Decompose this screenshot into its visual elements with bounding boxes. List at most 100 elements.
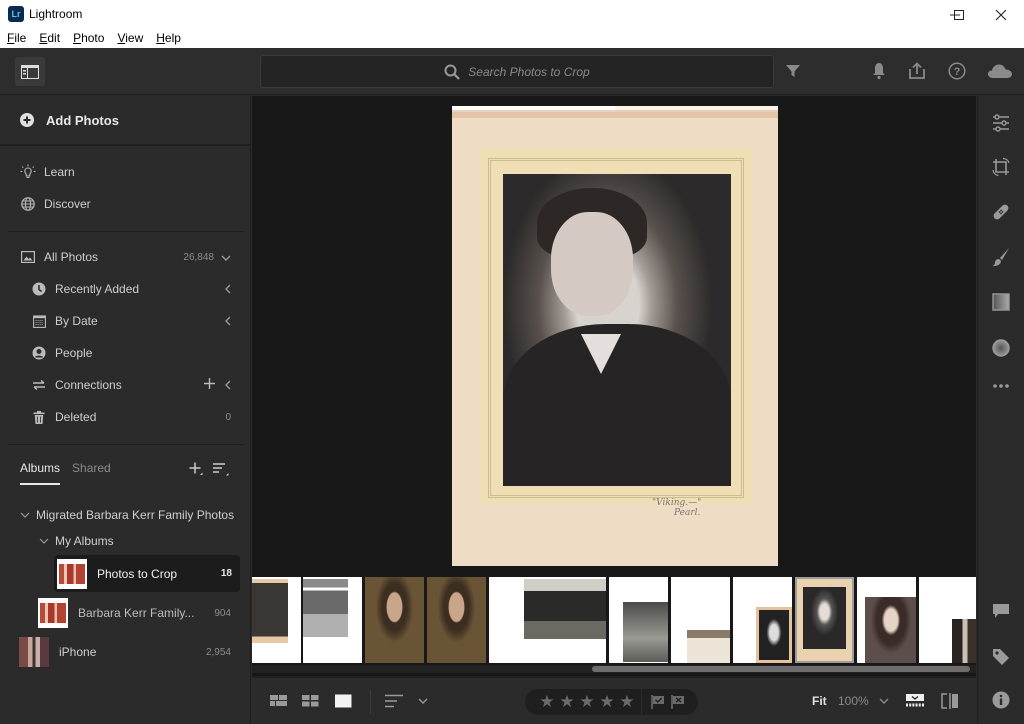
star-rating-1[interactable]: ★ [537,692,557,712]
album-count: 18 [220,568,232,579]
sidebar-item-connections[interactable]: Connections [0,370,251,400]
maximize-button[interactable] [936,0,982,30]
add-connection-icon[interactable] [204,378,215,392]
filmstrip-thumbnail[interactable] [365,577,424,663]
top-toolbar: Search Photos to Crop ? [0,48,1024,95]
star-rating-3[interactable]: ★ [577,692,597,712]
filmstrip-thumbnail[interactable] [489,577,606,663]
close-button[interactable] [978,0,1024,30]
panel-toggle-icon [21,64,39,79]
filmstrip-thumbnail[interactable] [857,577,916,663]
filmstrip-scrollbar[interactable] [252,665,976,673]
chevron-down-icon [418,698,428,704]
filmstrip-toggle-button[interactable] [906,692,924,710]
zoom-dropdown-button[interactable] [879,692,889,710]
photo-library-icon [20,249,36,265]
chevron-left-icon[interactable] [224,282,231,297]
album-thumbnail [57,558,87,589]
search-icon [444,64,461,80]
album-thumbnail [38,598,68,628]
menu-view[interactable]: View [117,30,143,48]
filter-icon [786,65,800,77]
filmstrip-thumbnail[interactable] [252,577,301,663]
detail-view-button[interactable] [335,692,352,710]
chevron-left-icon[interactable] [224,314,231,329]
notifications-button[interactable] [868,60,890,82]
sort-dropdown-button[interactable] [418,692,428,710]
info-button[interactable] [989,688,1013,712]
brush-button[interactable] [989,245,1013,269]
photo-grid-view-button[interactable] [270,692,288,710]
star-rating-2[interactable]: ★ [557,692,577,712]
filmstrip-scrollbar-thumb[interactable] [592,666,970,672]
filmstrip-thumbnail[interactable] [609,577,668,663]
chevron-left-icon[interactable] [224,378,231,393]
sidebar-item-discover[interactable]: Discover [0,189,251,219]
tab-shared[interactable]: Shared [72,461,111,485]
sidebar-item-learn[interactable]: Learn [0,157,251,187]
filter-button[interactable] [782,60,804,82]
filmstrip-thumbnail[interactable] [919,577,976,663]
recently-added-label: Recently Added [55,282,140,296]
sort-button[interactable] [385,692,403,710]
tab-albums[interactable]: Albums [20,461,61,485]
add-album-button[interactable] [189,462,203,481]
menu-photo[interactable]: Photo [73,30,104,48]
chevron-down-icon[interactable] [221,250,231,265]
edit-button[interactable] [989,111,1013,135]
panel-toggle-button[interactable] [15,57,45,86]
menu-edit[interactable]: Edit [39,30,60,48]
fit-zoom-button[interactable]: Fit [812,694,827,708]
deleted-label: Deleted [55,410,97,424]
album-label: iPhone [59,645,97,659]
compare-view-button[interactable] [941,692,959,710]
sort-albums-button[interactable] [213,463,229,481]
reject-flag-button[interactable] [668,695,688,709]
chevron-down-icon[interactable] [39,534,49,548]
filmstrip-thumbnail[interactable] [733,577,792,663]
menu-help[interactable]: Help [156,30,181,48]
menu-file[interactable]: File [7,30,26,48]
sidebar-item-deleted[interactable]: Deleted 0 [0,402,251,432]
add-photos-button[interactable]: Add Photos [0,96,251,146]
healing-button[interactable] [989,200,1013,224]
sidebar-item-recently-added[interactable]: Recently Added [0,274,251,304]
filmstrip-thumbnail-selected[interactable] [795,577,854,663]
star-rating-5[interactable]: ★ [617,692,637,712]
info-icon [992,691,1010,709]
flag-reject-icon [671,695,684,709]
radial-gradient-button[interactable] [989,336,1013,360]
keywords-button[interactable] [989,645,1013,669]
more-tools-button[interactable] [989,374,1013,398]
square-grid-view-button[interactable] [302,692,319,710]
cloud-sync-button[interactable] [986,60,1014,82]
help-icon: ? [948,62,966,80]
crop-button[interactable] [989,155,1013,179]
pick-flag-button[interactable] [648,695,668,709]
sidebar-item-by-date[interactable]: By Date [0,306,251,336]
filmstrip-thumbnail[interactable] [427,577,486,663]
search-placeholder: Search Photos to Crop [468,64,590,79]
chevron-down-icon[interactable] [20,508,30,522]
connections-icon [31,377,47,393]
share-button[interactable] [906,60,928,82]
photo-canvas[interactable]: "Viking.—" Pearl. [252,96,976,574]
filmstrip-thumbnail[interactable] [671,577,730,663]
sidebar-item-people[interactable]: People [0,338,251,368]
help-button[interactable]: ? [946,60,968,82]
calendar-icon [31,313,47,329]
album-iphone[interactable]: iPhone 2,954 [19,637,240,667]
linear-gradient-button[interactable] [989,290,1013,314]
zoom-level-button[interactable]: 100% [838,694,869,708]
filmstrip-thumbnail[interactable] [303,577,362,663]
star-rating-4[interactable]: ★ [597,692,617,712]
plus-circle-icon [20,113,34,127]
sort-icon [385,694,403,708]
folder-migrated-barbara-kerr[interactable]: Migrated Barbara Kerr Family Photos [20,506,271,524]
sidebar-item-all-photos[interactable]: All Photos 26,848 [0,242,251,272]
comments-button[interactable] [989,599,1013,623]
search-input[interactable]: Search Photos to Crop [260,55,774,88]
rating-divider [641,689,642,715]
album-photos-to-crop[interactable]: Photos to Crop 18 [54,555,240,592]
album-barbara-kerr-family[interactable]: Barbara Kerr Family... 904 [38,597,240,629]
